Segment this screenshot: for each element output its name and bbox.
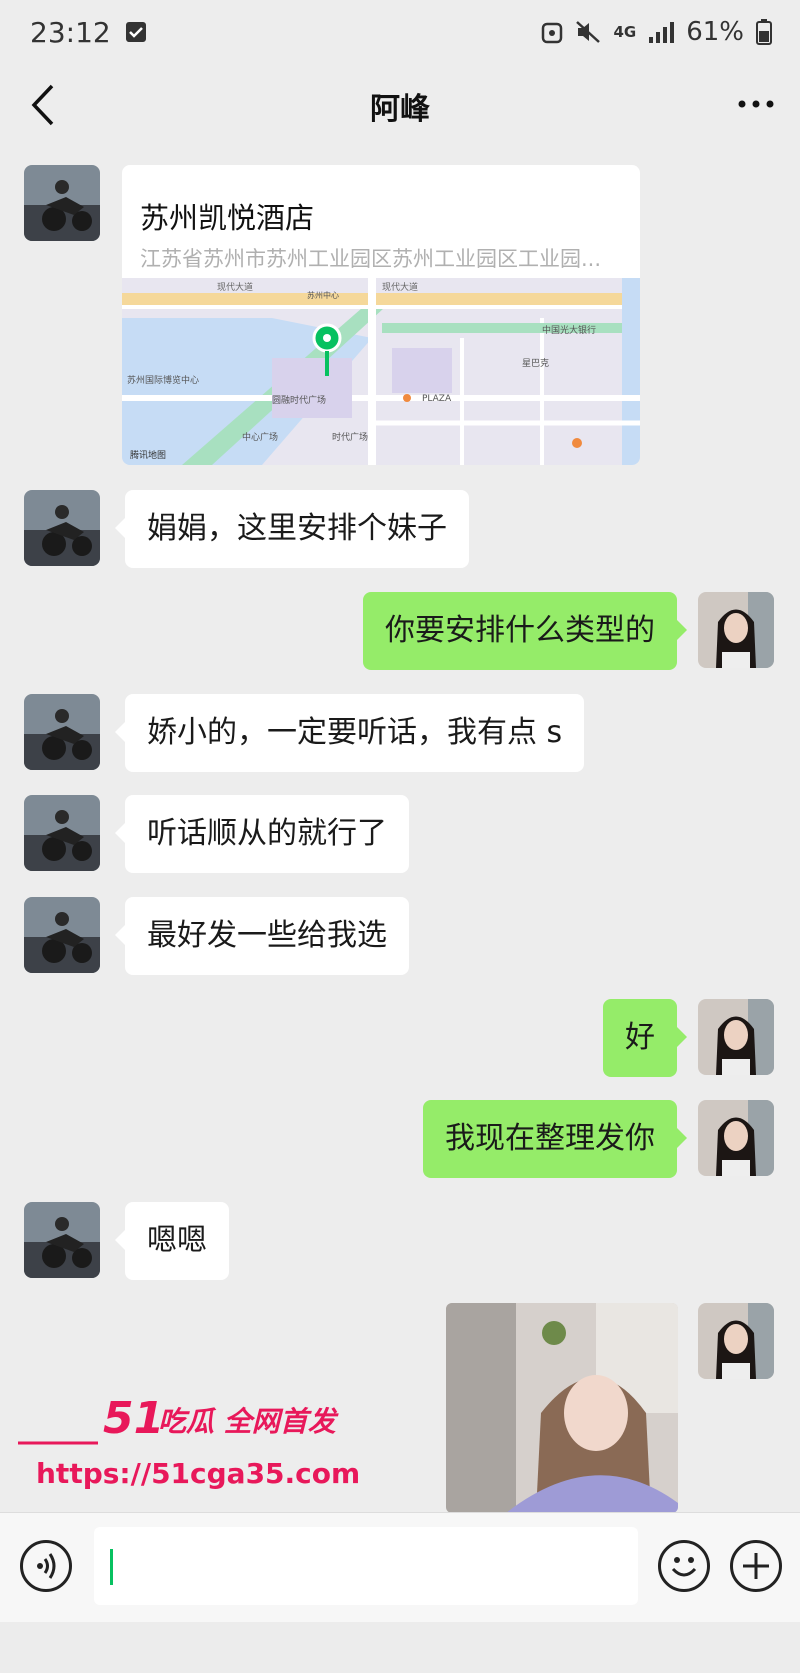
self-avatar[interactable] [698, 999, 774, 1075]
message-bubble[interactable]: 嗯嗯 [115, 1202, 229, 1280]
location-card[interactable]: 苏州凯悦酒店 江苏省苏州市苏州工业园区苏州工业园区工业园... 现代大道 现代大… [122, 165, 640, 465]
map-label: 星巴克 [522, 358, 549, 369]
location-name: 苏州凯悦酒店 [140, 201, 315, 235]
map-label: 中心广场 [242, 431, 278, 443]
message-bubble[interactable]: 最好发一些给我选 [115, 897, 409, 975]
contact-avatar[interactable] [24, 165, 100, 241]
self-avatar[interactable] [698, 592, 774, 668]
notification-check-icon [125, 22, 146, 42]
more-dots-icon [738, 100, 774, 108]
more-button[interactable] [738, 82, 774, 117]
emoji-button[interactable] [658, 1540, 710, 1592]
map-label: 中国光大银行 [542, 324, 596, 336]
text-caret [110, 1549, 113, 1585]
map-label: 圆融时代广场 [272, 394, 326, 406]
contact-avatar[interactable] [24, 490, 100, 566]
message-bubble[interactable]: 好 [603, 999, 687, 1077]
battery-percent: 61% [686, 17, 744, 47]
status-time: 23:12 [30, 15, 111, 49]
message-input[interactable] [94, 1527, 638, 1605]
map-label: 苏州中心 [307, 290, 339, 300]
contact-avatar[interactable] [24, 1202, 100, 1278]
message-bubble[interactable]: 我现在整理发你 [423, 1100, 687, 1178]
input-bar [0, 1512, 800, 1622]
voice-icon [37, 1553, 56, 1579]
self-avatar[interactable] [698, 1100, 774, 1176]
watermark: 51 吃瓜 全网首发 https://51cga35.com [18, 1393, 360, 1490]
message-bubble[interactable]: 你要安排什么类型的 [363, 592, 687, 670]
location-address: 江苏省苏州市苏州工业园区苏州工业园区工业园... [140, 247, 602, 271]
plus-button[interactable] [730, 1540, 782, 1592]
emoji-icon [671, 1557, 697, 1577]
map-label: 苏州国际博览中心 [127, 374, 199, 386]
watermark-number: 51 [103, 1393, 164, 1444]
status-bar: 23:12 4G 61% [0, 0, 800, 64]
self-avatar[interactable] [698, 1303, 774, 1379]
signal-icon [649, 22, 675, 43]
mute-icon [576, 21, 601, 43]
map-label: 时代广场 [332, 431, 368, 443]
map-label: 现代大道 [382, 281, 418, 293]
watermark-slogan: 吃瓜 全网首发 [158, 1405, 339, 1438]
watermark-url: https://51cga35.com [36, 1457, 360, 1490]
map-source: 腾讯地图 [130, 449, 166, 461]
map-thumbnail: 现代大道 现代大道 苏州国际博览中心 中国光大银行 星巴克 圆融时代广场 PLA… [122, 278, 640, 465]
map-label: PLAZA [422, 394, 452, 404]
contact-avatar[interactable] [24, 795, 100, 871]
voice-button[interactable] [20, 1540, 72, 1592]
message-bubble[interactable]: 娟娟，这里安排个妹子 [115, 490, 469, 568]
message-bubble[interactable]: 娇小的，一定要听话，我有点 s [114, 694, 585, 772]
system-nav-bar [0, 1622, 800, 1673]
map-label: 现代大道 [217, 281, 253, 293]
chat-header: 阿峰 [0, 64, 800, 150]
battery-icon [756, 19, 772, 45]
image-message[interactable] [446, 1303, 678, 1513]
chat-title: 阿峰 [370, 92, 430, 127]
contact-avatar[interactable] [24, 694, 100, 770]
contact-avatar[interactable] [24, 897, 100, 973]
network-type: 4G [613, 23, 637, 41]
plus-icon [743, 1553, 769, 1579]
message-bubble[interactable]: 听话顺从的就行了 [115, 795, 409, 873]
alarm-icon [542, 22, 563, 44]
